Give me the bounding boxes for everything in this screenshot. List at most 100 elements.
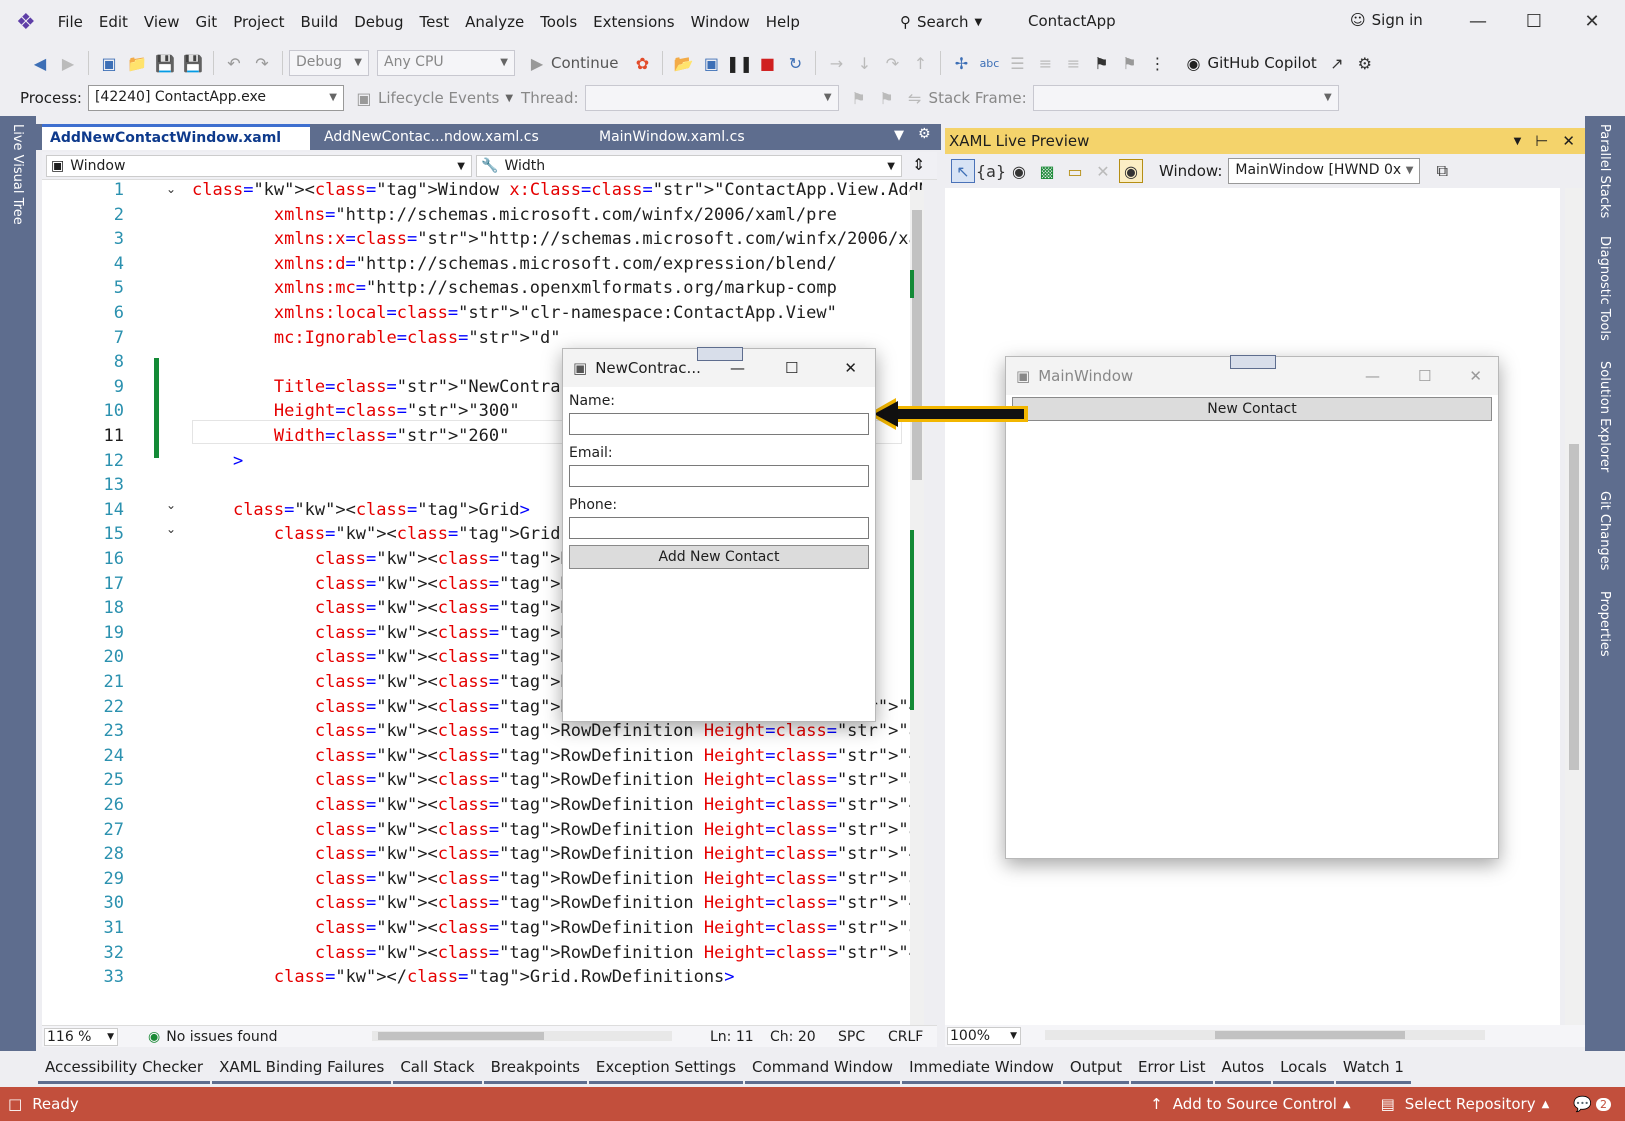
maximize-icon[interactable]: ☐ <box>1418 367 1431 385</box>
notifications-icon[interactable]: 💬 <box>1573 1095 1592 1113</box>
code-line[interactable]: class="kw"><class="tag">Window x:Class=c… <box>192 180 922 200</box>
tab-addnewcontact-xaml[interactable]: AddNewContactWindow.xaml ⊢ ✕ <box>42 124 310 168</box>
menu-view[interactable]: View <box>136 0 188 44</box>
tab-immediate-window[interactable]: Immediate Window <box>902 1052 1061 1084</box>
add-to-source-control-button[interactable]: Add to Source Control <box>1173 1095 1337 1113</box>
stack-icon[interactable]: ⇋ <box>903 86 927 110</box>
outdent-icon[interactable]: ≡ <box>1061 51 1085 75</box>
platform-select[interactable]: Any CPU ▼ <box>377 50 515 76</box>
preview-horizontal-scrollbar[interactable] <box>1045 1030 1485 1040</box>
code-line[interactable]: class="kw"><class="tag">RowDefinition He… <box>192 746 922 766</box>
gear-icon[interactable]: ⚙ <box>918 126 931 142</box>
phone-input[interactable] <box>569 517 869 539</box>
copilot-button[interactable]: GitHub Copilot <box>1207 54 1316 72</box>
tab-breakpoints[interactable]: Breakpoints <box>483 1052 587 1084</box>
name-input[interactable] <box>569 413 869 435</box>
redo-icon[interactable]: ↷ <box>250 51 274 75</box>
close-icon[interactable]: ✕ <box>844 359 857 377</box>
code-line[interactable]: > <box>192 451 243 471</box>
copilot-icon[interactable]: ◉ <box>1181 51 1205 75</box>
tab-parallel-stacks[interactable]: Parallel Stacks <box>1597 124 1612 218</box>
forward-icon[interactable]: ▶ <box>56 51 80 75</box>
tab-properties[interactable]: Properties <box>1597 591 1612 657</box>
code-line[interactable]: class="kw"><class="tag">RowDefinition He… <box>192 770 922 790</box>
menu-tools[interactable]: Tools <box>532 0 585 44</box>
close-icon[interactable]: ✕ <box>1562 132 1575 150</box>
in-app-toolbar-handle[interactable] <box>1230 355 1276 369</box>
process-select[interactable]: [42240] ContactApp.exe ▼ <box>87 85 344 111</box>
horizontal-scrollbar[interactable] <box>372 1031 672 1041</box>
undo-icon[interactable]: ↶ <box>222 51 246 75</box>
track-focus-icon[interactable]: ▩ <box>1035 159 1059 183</box>
code-line[interactable]: class="kw"><class="tag">RowDefinition He… <box>192 844 922 864</box>
search-box[interactable]: ⚲ Search ▼ <box>900 8 982 36</box>
code-line[interactable]: xmlns:local=class="str">"clr-namespace:C… <box>192 303 837 323</box>
overflow-icon[interactable]: ⋮ <box>1145 51 1169 75</box>
tab-call-stack[interactable]: Call Stack <box>393 1052 482 1084</box>
diagnostics-icon[interactable]: ✢ <box>949 51 973 75</box>
tab-addnewcontact-cs[interactable]: AddNewContac...ndow.xaml.cs <box>316 124 576 150</box>
new-contact-button[interactable]: New Contact <box>1012 397 1492 421</box>
indent-icon[interactable]: ≡ <box>1033 51 1057 75</box>
preview-zoom-select[interactable]: 100% ▼ <box>947 1027 1021 1045</box>
tab-live-visual-tree[interactable]: Live Visual Tree <box>10 124 25 225</box>
continue-button[interactable]: Continue <box>551 54 618 72</box>
step-next-icon[interactable]: → <box>824 51 848 75</box>
settings-icon[interactable]: ⚙ <box>1353 51 1377 75</box>
line-number[interactable]: Ln: 11 <box>710 1029 754 1045</box>
code-line[interactable]: class="kw"><class="tag">Grid> <box>192 500 530 520</box>
code-line[interactable]: Height=class="str">"300" <box>192 401 520 421</box>
thread-flag-icon[interactable]: ⚑ <box>875 86 899 110</box>
tab-autos[interactable]: Autos <box>1214 1052 1272 1084</box>
step-out-icon[interactable]: ↑ <box>908 51 932 75</box>
tab-error-list[interactable]: Error List <box>1130 1052 1213 1084</box>
code-line[interactable]: class="kw"><class="tag">RowDefinition He… <box>192 893 922 913</box>
thread-select[interactable]: ▼ <box>584 85 839 111</box>
fold-icon[interactable]: ⌄ <box>166 522 176 536</box>
maximize-icon[interactable]: ☐ <box>785 359 798 377</box>
add-new-contact-button[interactable]: Add New Contact <box>569 545 869 569</box>
open-folder-icon[interactable]: 📁 <box>125 51 149 75</box>
tab-exception-settings[interactable]: Exception Settings <box>588 1052 744 1084</box>
display-layout-icon[interactable]: ◉ <box>1007 159 1031 183</box>
column-number[interactable]: Ch: 20 <box>770 1029 816 1045</box>
step-into-icon[interactable]: ↓ <box>852 51 876 75</box>
ruler-icon[interactable]: ▭ <box>1063 159 1087 183</box>
code-line[interactable]: class="kw"><class="tag">RowDefinition He… <box>192 820 922 840</box>
tab-accessibility-checker[interactable]: Accessibility Checker <box>38 1052 211 1084</box>
close-icon[interactable]: ✕ <box>1469 367 1482 385</box>
stack-frame-select[interactable]: ▼ <box>1032 85 1339 111</box>
pop-out-icon[interactable]: ⧉ <box>1430 159 1454 183</box>
split-icon[interactable]: ⇕ <box>912 155 925 174</box>
new-project-icon[interactable]: ▣ <box>97 51 121 75</box>
chevron-down-icon[interactable]: ▼ <box>1514 136 1522 147</box>
lifecycle-events-button[interactable]: Lifecycle Events <box>378 89 499 107</box>
continue-icon[interactable]: ▶ <box>525 51 549 75</box>
configuration-select[interactable]: Debug ▼ <box>289 50 369 76</box>
spell-check-icon[interactable]: abc <box>977 51 1001 75</box>
save-all-icon[interactable]: 💾 <box>181 51 205 75</box>
menu-git[interactable]: Git <box>188 0 226 44</box>
bookmark-prev-icon[interactable]: ⚑ <box>1117 51 1141 75</box>
close-button[interactable]: ✕ <box>1570 8 1614 36</box>
menu-extensions[interactable]: Extensions <box>585 0 682 44</box>
email-input[interactable] <box>569 465 869 487</box>
share-icon[interactable]: ↗ <box>1325 51 1349 75</box>
line-ending[interactable]: CRLF <box>888 1029 923 1045</box>
code-line[interactable]: class="kw"></class="tag">Grid.RowDefinit… <box>192 967 735 987</box>
maximize-button[interactable]: ☐ <box>1512 8 1556 36</box>
code-line[interactable]: xmlns:d="http://schemas.microsoft.com/ex… <box>192 254 837 274</box>
fold-icon[interactable]: ⌄ <box>166 182 176 196</box>
select-repository-button[interactable]: Select Repository <box>1405 1095 1536 1113</box>
hot-reload-icon[interactable]: ✿ <box>630 51 654 75</box>
vertical-scrollbar[interactable] <box>910 190 924 1025</box>
fold-icon[interactable]: ⌄ <box>166 498 176 512</box>
zoom-select[interactable]: 116 % ▼ <box>44 1027 118 1046</box>
minimize-icon[interactable]: — <box>730 359 745 377</box>
bookmark-icon[interactable]: ⚑ <box>1089 51 1113 75</box>
tab-locals[interactable]: Locals <box>1273 1052 1334 1084</box>
pause-icon[interactable]: ❚❚ <box>726 51 753 75</box>
tab-xaml-binding-failures[interactable]: XAML Binding Failures <box>212 1052 392 1084</box>
code-line[interactable]: xmlns:x=class="str">"http://schemas.micr… <box>192 229 922 249</box>
tab-list-icon[interactable]: ▼ <box>894 128 904 143</box>
